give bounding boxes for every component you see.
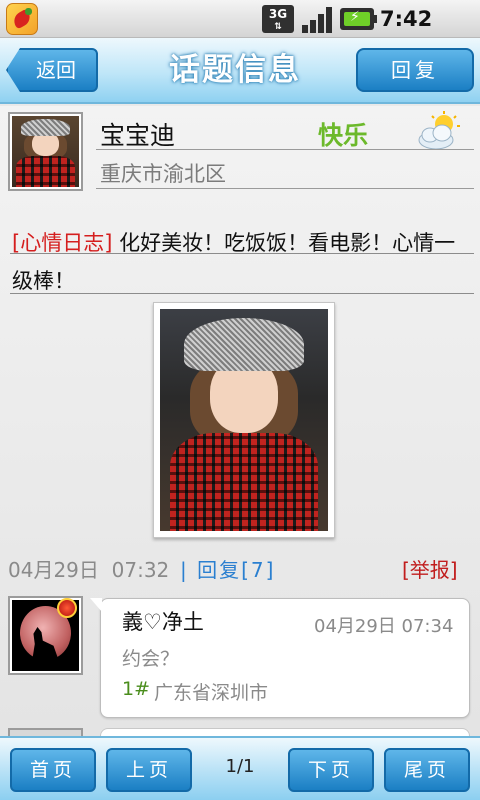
battery-charging-icon: ⚡ [340,8,377,30]
page-indicator: 1/1 [225,756,255,777]
divider [96,188,474,189]
divider [10,253,474,254]
signal-icon [300,5,334,33]
post-date: 04月29日 [8,558,99,582]
author-avatar[interactable] [8,112,83,191]
bubble-tail [90,598,102,612]
comment-bubble[interactable] [100,728,470,736]
sunny-cloud-icon [418,111,460,150]
reply-count-label: 回复[7] [197,558,276,582]
post-tag: [心情日志] [12,231,113,255]
comment-floor: 1# [122,678,151,700]
status-bar: 3G⇅ ⚡ 7:42 AM [0,0,480,59]
comment-location: 广东省深圳市 [154,682,269,704]
report-link[interactable]: [举报] [402,554,458,583]
pagination-bar: 首页 上页 1/1 下页 尾页 [0,736,480,800]
post-photo[interactable] [153,302,335,538]
meta-separator: | [180,558,189,582]
next-page-button[interactable]: 下页 [288,748,374,792]
author-name[interactable]: 宝宝迪 [100,116,175,152]
status-time: 7:42 AM [380,7,433,59]
3g-icon: 3G ⇅ [262,5,294,33]
topic-content[interactable]: 宝宝迪 快乐 重庆市渝北区 [心情日志] 化好美妆！吃饭饭！看电影！心情一级棒！… [0,106,480,736]
post-meta: 04月29日 07:32 [8,554,169,583]
reply-button[interactable]: 回复 [356,48,474,92]
back-button[interactable]: 返回 [6,48,98,92]
app-pepper-icon [6,3,38,35]
reply-count-link[interactable]: | 回复[7] [180,554,275,583]
mood-label: 快乐 [318,121,369,150]
post-time: 07:32 [111,558,170,582]
page-title: 话题信息 [169,52,301,88]
first-page-button[interactable]: 首页 [10,748,96,792]
prev-page-button[interactable]: 上页 [106,748,192,792]
post-body: [心情日志] 化好美妆！吃饭饭！看电影！心情一级棒！ [12,224,472,300]
divider [96,149,474,150]
title-bar: 返回 话题信息 回复 [0,38,480,104]
divider [10,293,474,294]
online-badge-icon [57,598,77,618]
comment-text: 约会？ [122,648,180,670]
comment-time: 04月29日 07:34 [314,616,454,637]
author-location: 重庆市渝北区 [100,162,226,186]
comment-author[interactable]: 義♡净土 [122,606,204,636]
last-page-button[interactable]: 尾页 [384,748,470,792]
comment-avatar[interactable] [8,728,83,736]
